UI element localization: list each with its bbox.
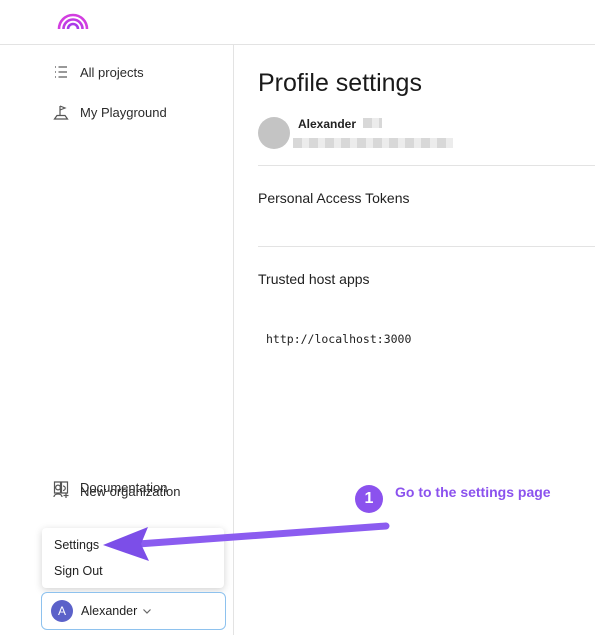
trusted-host-item: http://localhost:3000 [266, 332, 412, 346]
logo-icon[interactable] [56, 10, 90, 30]
user-menu-dropdown: Settings Sign Out [42, 528, 224, 588]
redacted-surname [363, 118, 382, 128]
sidebar-item-label: All projects [80, 64, 144, 80]
sidebar-item-all-projects[interactable]: All projects [52, 61, 144, 83]
book-icon [52, 478, 70, 496]
profile-name: Alexander [298, 117, 357, 131]
user-menu-button[interactable]: A Alexander [41, 592, 226, 630]
chevron-down-icon [141, 605, 153, 617]
sidebar-item-documentation[interactable]: Documentation [52, 478, 167, 496]
divider [258, 246, 595, 247]
user-name: Alexander [81, 604, 138, 618]
trusted-host-apps-heading: Trusted host apps [258, 271, 370, 287]
avatar [258, 117, 290, 149]
sidebar-item-my-playground[interactable]: My Playground [52, 101, 167, 123]
app-window: All projects My Playground New organizat… [0, 0, 595, 635]
main-content: Profile settings Alexander Personal Acce… [234, 45, 595, 635]
settings-menu-item[interactable]: Settings [54, 538, 99, 552]
step-number-badge: 1 [355, 485, 383, 513]
divider [258, 165, 595, 166]
sidebar-item-label: My Playground [80, 104, 167, 120]
redacted-email [293, 138, 453, 148]
sidebar-item-label: Documentation [80, 479, 168, 495]
list-icon [52, 63, 70, 81]
personal-access-tokens-heading: Personal Access Tokens [258, 190, 410, 206]
sign-out-menu-item[interactable]: Sign Out [54, 564, 103, 578]
user-avatar: A [51, 600, 73, 622]
flag-icon [52, 103, 70, 121]
page-title: Profile settings [258, 69, 422, 97]
annotation-text: Go to the settings page [395, 484, 551, 500]
top-bar [0, 0, 595, 45]
